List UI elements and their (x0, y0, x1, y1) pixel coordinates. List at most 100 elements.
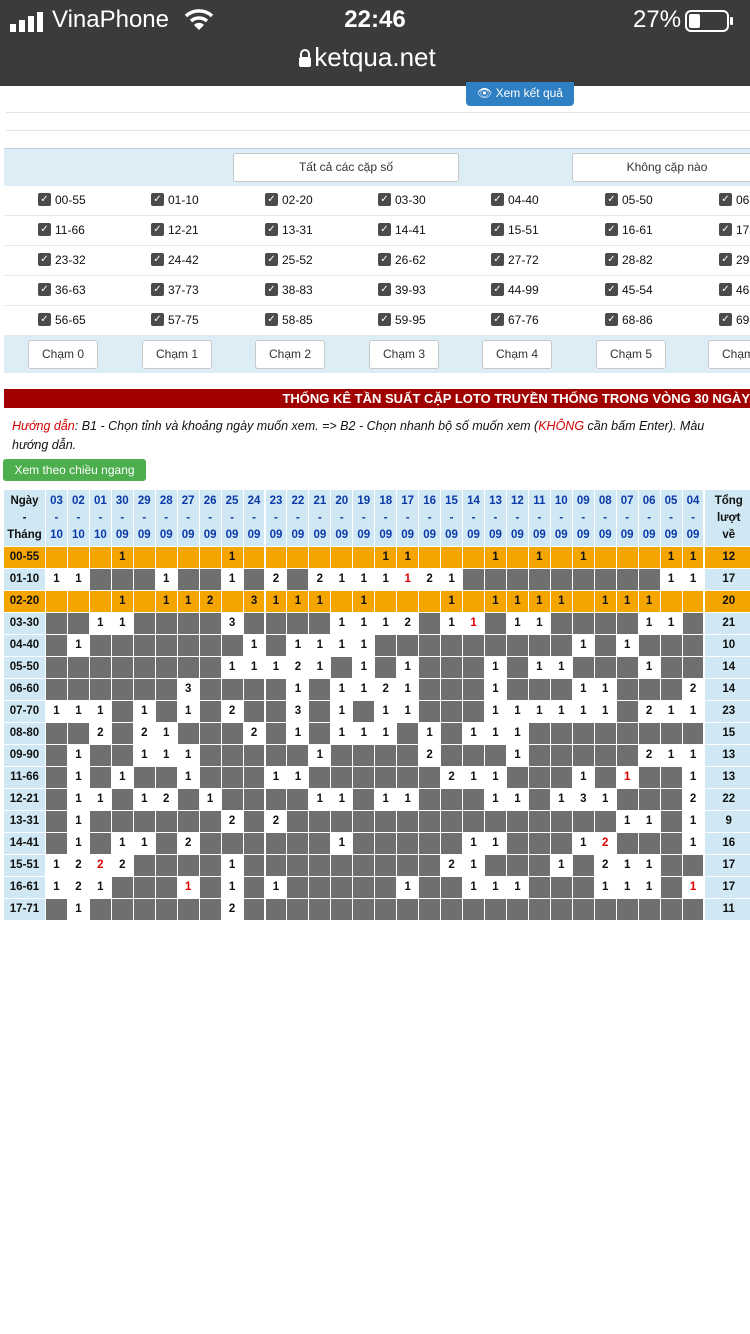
pair-checkbox[interactable]: ✓ 15-51 (491, 223, 601, 239)
pair-checkbox[interactable]: ✓ 26-62 (378, 253, 488, 269)
pair-checkbox[interactable]: ✓ 67-76 (491, 313, 601, 329)
pair-label[interactable]: 06-60 (4, 679, 45, 700)
pair-checkbox[interactable]: ✓ 03-30 (378, 193, 488, 209)
date-header: 19 - 09 (353, 490, 375, 546)
frequency-cell (616, 569, 638, 590)
pair-checkbox[interactable]: ✓ 11-66 (38, 223, 148, 239)
date-header: 10 - 09 (550, 490, 572, 546)
pair-label[interactable]: 14-41 (4, 833, 45, 854)
pair-label[interactable]: 13-31 (4, 811, 45, 832)
pair-label[interactable]: 02-20 (4, 591, 45, 612)
month-text: 09 (598, 529, 612, 541)
cham-button[interactable]: Chạm 2 (255, 340, 325, 369)
address-bar[interactable]: ketqua.net (0, 42, 750, 73)
pair-label[interactable]: 15-51 (4, 855, 45, 876)
pair-checkbox[interactable]: ✓ 02-20 (265, 193, 375, 209)
pair-checkbox[interactable]: ✓ 36-63 (38, 283, 148, 299)
date-header: 06 - 09 (638, 490, 660, 546)
frequency-cell: 1 (616, 877, 638, 898)
frequency-cell: 1 (67, 833, 89, 854)
pair-label[interactable]: 05-50 (4, 657, 45, 678)
pair-checkbox[interactable]: ✓ 56-65 (38, 313, 148, 329)
pair-label[interactable]: 01-10 (4, 569, 45, 590)
cham-button[interactable]: Chạm 5 (596, 340, 666, 369)
pair-label[interactable]: 07-70 (4, 701, 45, 722)
cham-button[interactable]: Chạm 3 (369, 340, 439, 369)
pair-label[interactable]: 04-40 (4, 635, 45, 656)
frequency-cell (133, 657, 155, 678)
pair-checkbox[interactable]: ✓ 23-32 (38, 253, 148, 269)
frequency-cell (199, 899, 221, 920)
frequency-cell (594, 613, 616, 634)
pair-checkbox[interactable]: ✓ 05-50 (605, 193, 715, 209)
frequency-cell (550, 899, 572, 920)
checkmark-icon: ✓ (719, 253, 732, 266)
cham-button[interactable]: Chạm 1 (142, 340, 212, 369)
pair-label[interactable]: 09-90 (4, 745, 45, 766)
pair-checkbox[interactable]: ✓ 57-75 (151, 313, 261, 329)
frequency-cell (594, 547, 616, 568)
frequency-cell (528, 745, 550, 766)
pair-checkbox[interactable]: ✓ 58-85 (265, 313, 375, 329)
pair-label[interactable]: 03-30 (4, 613, 45, 634)
pair-label[interactable]: 11-66 (4, 767, 45, 788)
pair-checkbox[interactable]: ✓ 16-61 (605, 223, 715, 239)
frequency-cell (397, 745, 419, 766)
pair-checkbox[interactable]: ✓ 68-86 (605, 313, 715, 329)
pair-label[interactable]: 00-55 (4, 547, 45, 568)
frequency-cell (46, 547, 67, 568)
checkbox-label: 46- (736, 283, 750, 297)
pair-checkbox[interactable]: ✓ 44-99 (491, 283, 601, 299)
pair-checkbox[interactable]: ✓ 39-93 (378, 283, 488, 299)
pair-checkbox[interactable]: ✓ 13-31 (265, 223, 375, 239)
pair-checkbox[interactable]: ✓ 14-41 (378, 223, 488, 239)
frequency-cell: 1 (331, 635, 353, 656)
frequency-cell: 2 (221, 701, 243, 722)
cham-button[interactable]: Chạm 4 (482, 340, 552, 369)
pair-label[interactable]: 17-71 (4, 899, 45, 920)
pair-checkbox[interactable]: ✓ 04-40 (491, 193, 601, 209)
checkmark-icon: ✓ (151, 313, 164, 326)
pair-checkbox[interactable]: ✓ 01-10 (151, 193, 261, 209)
day-text: 14 (467, 495, 480, 507)
pair-checkbox[interactable]: ✓ 00-55 (38, 193, 148, 209)
pair-checkbox[interactable]: ✓ 28-82 (605, 253, 715, 269)
pair-checkbox[interactable]: ✓ 17- (719, 223, 750, 239)
frequency-cell (265, 723, 287, 744)
frequency-cell: 1 (397, 701, 419, 722)
month-text: 09 (686, 529, 700, 541)
frequency-cell (46, 745, 67, 766)
pair-checkbox[interactable]: ✓ 12-21 (151, 223, 261, 239)
frequency-cell (331, 657, 353, 678)
frequency-cell: 1 (309, 591, 331, 612)
pair-checkbox[interactable]: ✓ 69- (719, 313, 750, 329)
frequency-cell: 2 (441, 855, 463, 876)
select-all-pairs-button[interactable]: Tất cả các cặp số (233, 153, 459, 182)
cham-button[interactable]: Chạm (708, 340, 750, 369)
select-no-pairs-button[interactable]: Không cặp nào (572, 153, 750, 182)
date-header: 18 - 09 (375, 490, 397, 546)
frequency-cell (485, 745, 506, 766)
pair-checkbox[interactable]: ✓ 37-73 (151, 283, 261, 299)
pair-checkbox[interactable]: ✓ 06- (719, 193, 750, 209)
pair-checkbox[interactable]: ✓ 45-54 (605, 283, 715, 299)
total-cell: 17 (704, 877, 750, 898)
frequency-cell: 1 (287, 723, 309, 744)
pair-checkbox[interactable]: ✓ 29- (719, 253, 750, 269)
pair-checkbox[interactable]: ✓ 25-52 (265, 253, 375, 269)
view-horizontal-button[interactable]: Xem theo chiều ngang (3, 459, 146, 481)
frequency-cell: 1 (485, 833, 506, 854)
checkmark-icon: ✓ (265, 193, 278, 206)
pair-checkbox[interactable]: ✓ 38-83 (265, 283, 375, 299)
frequency-cell: 2 (287, 657, 309, 678)
cham-button[interactable]: Chạm 0 (28, 340, 98, 369)
pair-label[interactable]: 12-21 (4, 789, 45, 810)
pair-checkbox[interactable]: ✓ 59-95 (378, 313, 488, 329)
view-results-button[interactable]: 👁 Xem kết quả (466, 82, 574, 106)
pair-checkbox[interactable]: ✓ 46- (719, 283, 750, 299)
total-cell: 23 (704, 701, 750, 722)
pair-label[interactable]: 08-80 (4, 723, 45, 744)
pair-checkbox[interactable]: ✓ 27-72 (491, 253, 601, 269)
pair-checkbox[interactable]: ✓ 24-42 (151, 253, 261, 269)
pair-label[interactable]: 16-61 (4, 877, 45, 898)
